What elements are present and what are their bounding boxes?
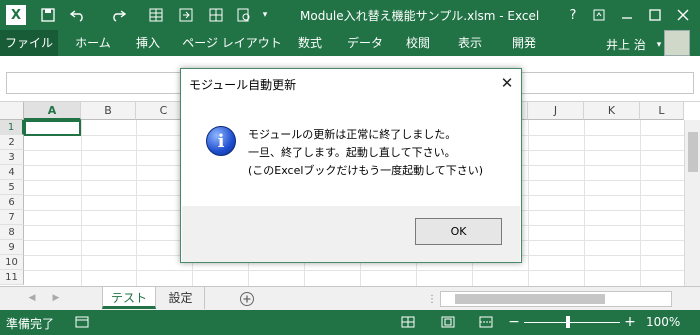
column-header-j[interactable]: J (528, 102, 584, 120)
row-header-6[interactable]: 6 (0, 195, 24, 210)
scroll-left-icon[interactable]: ◀ (24, 291, 40, 305)
row-header-11[interactable]: 11 (0, 270, 24, 285)
row-header-5[interactable]: 5 (0, 180, 24, 195)
help-icon[interactable]: ? (562, 4, 584, 26)
tab-home[interactable]: ホーム (70, 30, 116, 56)
gridline (528, 120, 529, 286)
column-header-b[interactable]: B (81, 102, 136, 120)
tab-page-layout[interactable]: ページ レイアウト (180, 30, 284, 56)
column-header-a[interactable]: A (24, 102, 81, 120)
dialog-message-line-3: (このExcelブックだけもう一度起動して下さい) (248, 164, 484, 177)
user-name[interactable]: 井上 治 (606, 36, 646, 53)
minimize-icon[interactable] (616, 4, 638, 26)
dialog-message-line-2: 一旦、終了します。起動し直して下さい。 (248, 146, 456, 159)
dialog-footer: OK (182, 206, 520, 262)
gridline (584, 120, 585, 286)
zoom-out-icon[interactable]: − (506, 314, 522, 330)
status-bar: 準備完了 − + 100% (0, 310, 700, 335)
scroll-right-icon[interactable]: ▶ (48, 291, 64, 305)
grid-icon[interactable] (206, 5, 226, 25)
status-text: 準備完了 (6, 317, 55, 331)
gridline (81, 120, 82, 286)
tab-developer[interactable]: 開発 (504, 30, 544, 56)
ribbon-tab-bar: ファイル ホーム 挿入 ページ レイアウト 数式 データ 校閲 表示 開発 井上… (0, 30, 700, 56)
tab-insert[interactable]: 挿入 (128, 30, 168, 56)
page-break-view-icon[interactable] (478, 315, 494, 329)
zoom-in-icon[interactable]: + (622, 314, 638, 330)
sheet-tab-settings[interactable]: 設定 (157, 287, 205, 309)
sheet-tab-test[interactable]: テスト (102, 287, 156, 309)
excel-logo-icon[interactable]: X (6, 5, 26, 25)
zoom-slider[interactable] (524, 322, 620, 323)
close-icon[interactable] (672, 4, 694, 26)
row-header-7[interactable]: 7 (0, 210, 24, 225)
row-header-10[interactable]: 10 (0, 255, 24, 270)
macro-record-icon[interactable] (74, 315, 90, 329)
ribbon-display-icon[interactable] (588, 4, 610, 26)
vertical-scrollbar[interactable] (684, 120, 700, 286)
gridline (640, 120, 641, 286)
tab-review[interactable]: 校閲 (398, 30, 438, 56)
zoom-level[interactable]: 100% (646, 315, 680, 329)
print-preview-icon[interactable] (234, 5, 254, 25)
gridline (136, 120, 137, 286)
normal-view-icon[interactable] (400, 315, 416, 329)
dialog-close-icon[interactable]: ✕ (497, 73, 517, 93)
tab-formulas[interactable]: 数式 (290, 30, 330, 56)
column-header-l[interactable]: L (640, 102, 684, 120)
sheet-tab-bar: ◀ ▶ テスト 設定 ⋮ (0, 286, 700, 310)
tab-file[interactable]: ファイル (0, 30, 58, 56)
row-header-2[interactable]: 2 (0, 135, 24, 150)
horizontal-scrollbar[interactable] (440, 291, 672, 307)
active-cell[interactable] (24, 120, 81, 136)
tab-split-handle-icon[interactable]: ⋮ (424, 292, 440, 306)
information-icon: i (206, 126, 236, 156)
row-header-3[interactable]: 3 (0, 150, 24, 165)
add-sheet-icon[interactable] (238, 290, 256, 308)
avatar[interactable] (664, 30, 690, 56)
save-icon[interactable] (38, 5, 58, 25)
tab-data[interactable]: データ (342, 30, 388, 56)
import-icon[interactable] (176, 5, 196, 25)
redo-icon[interactable] (106, 5, 130, 25)
undo-icon[interactable] (66, 5, 90, 25)
window-title: Module入れ替え機能サンプル.xlsm - Excel (300, 9, 540, 23)
message-dialog: モジュール自動更新 ✕ i モジュールの更新は正常に終了しました。 一旦、終了し… (180, 68, 522, 263)
gridline (24, 270, 684, 271)
dialog-message-line-1: モジュールの更新は正常に終了しました。 (248, 128, 457, 141)
ok-button[interactable]: OK (415, 218, 502, 245)
row-header-8[interactable]: 8 (0, 225, 24, 240)
row-header-9[interactable]: 9 (0, 240, 24, 255)
dialog-body: i モジュールの更新は正常に終了しました。 一旦、終了します。起動し直して下さい… (182, 99, 520, 206)
maximize-icon[interactable] (644, 4, 666, 26)
column-header-k[interactable]: K (584, 102, 640, 120)
page-layout-view-icon[interactable] (440, 315, 456, 329)
row-header-4[interactable]: 4 (0, 165, 24, 180)
customize-qat-icon[interactable]: ▾ (258, 5, 272, 25)
horizontal-scroll-thumb[interactable] (455, 294, 605, 304)
vertical-scroll-thumb[interactable] (688, 132, 698, 172)
table-icon[interactable] (146, 5, 166, 25)
zoom-slider-thumb[interactable] (566, 316, 570, 328)
dialog-title: モジュール自動更新 (189, 78, 297, 92)
tab-view[interactable]: 表示 (450, 30, 490, 56)
title-bar: X ▾ Module入れ替え機能サンプル.xlsm - Excel ? (0, 0, 700, 30)
select-all-corner[interactable] (0, 102, 24, 120)
row-header-1[interactable]: 1 (0, 120, 24, 135)
